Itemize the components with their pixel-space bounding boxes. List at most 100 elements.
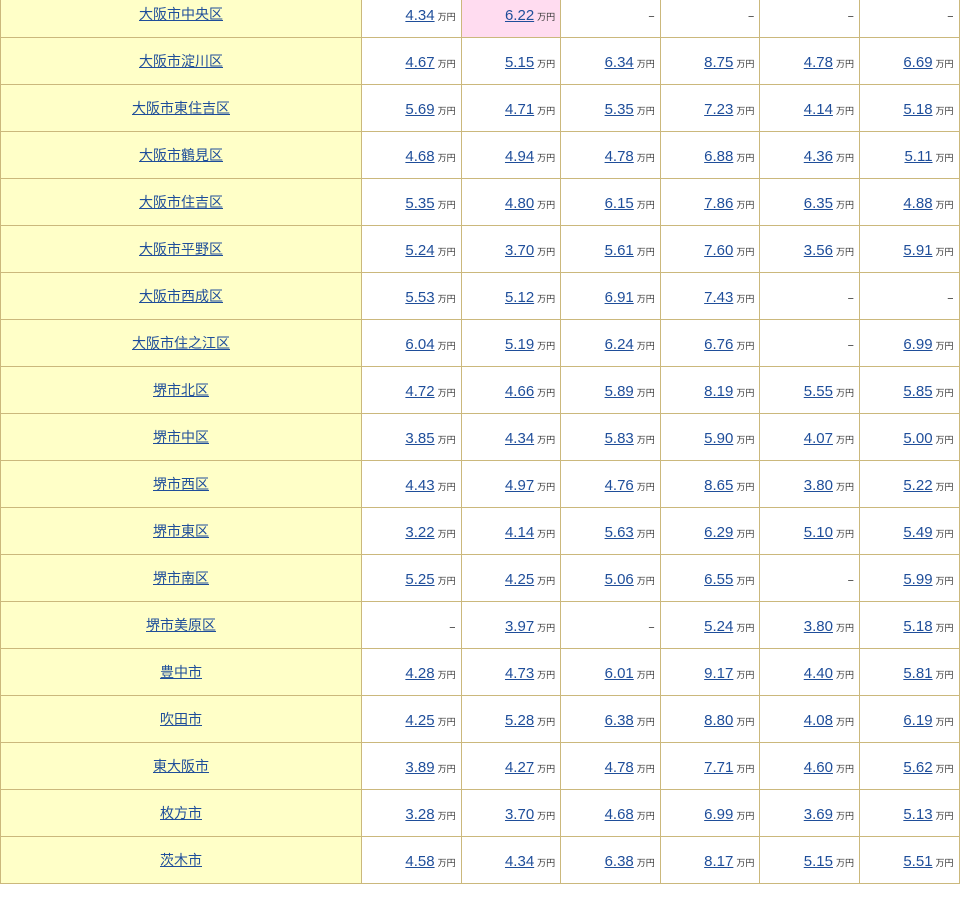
price-link[interactable]: 6.91 [605, 289, 634, 306]
price-link[interactable]: 6.24 [605, 336, 634, 353]
area-link[interactable]: 吹田市 [160, 712, 202, 728]
price-link[interactable]: 7.23 [704, 101, 733, 118]
price-link[interactable]: 6.19 [903, 712, 932, 729]
price-link[interactable]: 6.55 [704, 571, 733, 588]
price-link[interactable]: 4.34 [405, 7, 434, 24]
price-link[interactable]: 5.90 [704, 430, 733, 447]
area-link[interactable]: 大阪市西成区 [139, 289, 223, 305]
price-link[interactable]: 5.85 [903, 383, 932, 400]
price-link[interactable]: 9.17 [704, 665, 733, 682]
area-link[interactable]: 堺市美原区 [146, 618, 216, 634]
price-link[interactable]: 4.34 [505, 430, 534, 447]
area-link[interactable]: 枚方市 [160, 806, 202, 822]
price-link[interactable]: 6.15 [605, 195, 634, 212]
price-link[interactable]: 6.01 [605, 665, 634, 682]
area-link[interactable]: 茨木市 [160, 853, 202, 869]
price-link[interactable]: 7.43 [704, 289, 733, 306]
price-link[interactable]: 4.97 [505, 477, 534, 494]
price-link[interactable]: 4.40 [804, 665, 833, 682]
price-link[interactable]: 3.56 [804, 242, 833, 259]
price-link[interactable]: 4.60 [804, 759, 833, 776]
price-link[interactable]: 4.78 [605, 759, 634, 776]
price-link[interactable]: 6.29 [704, 524, 733, 541]
price-link[interactable]: 3.70 [505, 242, 534, 259]
price-link[interactable]: 5.15 [804, 853, 833, 870]
price-link[interactable]: 5.62 [903, 759, 932, 776]
price-link[interactable]: 4.08 [804, 712, 833, 729]
price-link[interactable]: 5.91 [903, 242, 932, 259]
price-link[interactable]: 4.68 [405, 148, 434, 165]
price-link[interactable]: 4.07 [804, 430, 833, 447]
price-link[interactable]: 6.88 [704, 148, 733, 165]
area-link[interactable]: 堺市南区 [153, 571, 209, 587]
price-link[interactable]: 5.18 [903, 618, 932, 635]
area-link[interactable]: 大阪市中央区 [139, 7, 223, 23]
price-link[interactable]: 4.36 [804, 148, 833, 165]
price-link[interactable]: 4.28 [405, 665, 434, 682]
price-link[interactable]: 5.63 [605, 524, 634, 541]
price-link[interactable]: 3.70 [505, 806, 534, 823]
price-link[interactable]: 4.58 [405, 853, 434, 870]
price-link[interactable]: 3.28 [405, 806, 434, 823]
price-link[interactable]: 6.38 [605, 712, 634, 729]
price-link[interactable]: 5.24 [405, 242, 434, 259]
price-link[interactable]: 6.04 [405, 336, 434, 353]
price-link[interactable]: 6.34 [605, 54, 634, 71]
price-link[interactable]: 6.99 [903, 336, 932, 353]
price-link[interactable]: 5.61 [605, 242, 634, 259]
price-link[interactable]: 5.19 [505, 336, 534, 353]
price-link[interactable]: 5.24 [704, 618, 733, 635]
price-link[interactable]: 5.06 [605, 571, 634, 588]
price-link[interactable]: 5.00 [903, 430, 932, 447]
price-link[interactable]: 4.78 [804, 54, 833, 71]
price-link[interactable]: 5.35 [405, 195, 434, 212]
area-link[interactable]: 大阪市東住吉区 [132, 101, 230, 117]
price-link[interactable]: 4.72 [405, 383, 434, 400]
price-link[interactable]: 6.76 [704, 336, 733, 353]
price-link[interactable]: 5.18 [903, 101, 932, 118]
price-link[interactable]: 4.34 [505, 853, 534, 870]
price-link[interactable]: 4.25 [505, 571, 534, 588]
price-link[interactable]: 4.25 [405, 712, 434, 729]
price-link[interactable]: 6.69 [903, 54, 932, 71]
price-link[interactable]: 4.80 [505, 195, 534, 212]
area-link[interactable]: 大阪市平野区 [139, 242, 223, 258]
price-link[interactable]: 5.51 [903, 853, 932, 870]
price-link[interactable]: 4.66 [505, 383, 534, 400]
price-link[interactable]: 8.17 [704, 853, 733, 870]
price-link[interactable]: 5.55 [804, 383, 833, 400]
price-link[interactable]: 5.89 [605, 383, 634, 400]
price-link[interactable]: 4.76 [605, 477, 634, 494]
price-link[interactable]: 7.86 [704, 195, 733, 212]
price-link[interactable]: 3.85 [405, 430, 434, 447]
price-link[interactable]: 5.99 [903, 571, 932, 588]
price-link[interactable]: 5.49 [903, 524, 932, 541]
price-link[interactable]: 3.89 [405, 759, 434, 776]
price-link[interactable]: 4.78 [605, 148, 634, 165]
area-link[interactable]: 堺市西区 [153, 477, 209, 493]
area-link[interactable]: 大阪市住吉区 [139, 195, 223, 211]
price-link[interactable]: 5.83 [605, 430, 634, 447]
area-link[interactable]: 堺市中区 [153, 430, 209, 446]
area-link[interactable]: 堺市東区 [153, 524, 209, 540]
price-link[interactable]: 4.88 [903, 195, 932, 212]
price-link[interactable]: 5.81 [903, 665, 932, 682]
price-link[interactable]: 4.14 [804, 101, 833, 118]
price-link[interactable]: 6.99 [704, 806, 733, 823]
area-link[interactable]: 東大阪市 [153, 759, 209, 775]
area-link[interactable]: 大阪市淀川区 [139, 54, 223, 70]
price-link[interactable]: 5.11 [904, 148, 932, 165]
price-link[interactable]: 3.69 [804, 806, 833, 823]
price-link[interactable]: 8.75 [704, 54, 733, 71]
area-link[interactable]: 大阪市鶴見区 [139, 148, 223, 164]
price-link[interactable]: 5.10 [804, 524, 833, 541]
price-link[interactable]: 3.22 [405, 524, 434, 541]
price-link[interactable]: 5.35 [605, 101, 634, 118]
price-link[interactable]: 8.19 [704, 383, 733, 400]
price-link[interactable]: 7.71 [704, 759, 733, 776]
price-link[interactable]: 4.94 [505, 148, 534, 165]
price-link[interactable]: 5.69 [405, 101, 434, 118]
price-link[interactable]: 5.22 [903, 477, 932, 494]
price-link[interactable]: 4.71 [505, 101, 534, 118]
price-link[interactable]: 4.43 [405, 477, 434, 494]
